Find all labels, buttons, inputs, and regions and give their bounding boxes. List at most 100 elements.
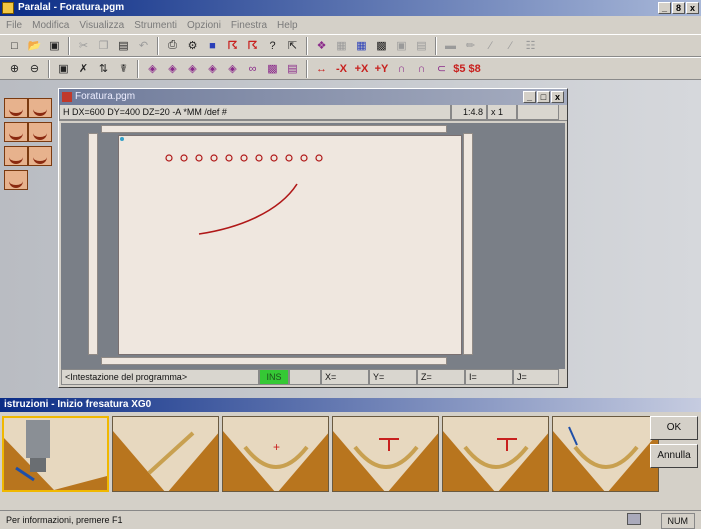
drill-hole bbox=[240, 154, 248, 162]
palette-tool-6[interactable] bbox=[28, 146, 52, 166]
arrow-x-icon[interactable]: ↔ bbox=[313, 60, 330, 77]
cancel-button[interactable]: Annulla bbox=[650, 444, 698, 468]
help-pointer-icon[interactable]: ⇱ bbox=[284, 37, 301, 54]
svg-text:+: + bbox=[273, 440, 280, 454]
copy-icon[interactable]: ❐ bbox=[95, 37, 112, 54]
tool-option-arc-radius[interactable] bbox=[332, 416, 439, 492]
window-icon[interactable]: ■ bbox=[204, 37, 221, 54]
left-tool-palette bbox=[4, 98, 54, 194]
machine-icon[interactable]: ▩ bbox=[373, 37, 390, 54]
print-icon[interactable]: ⎙ bbox=[164, 37, 181, 54]
menu-finestra[interactable]: Finestra bbox=[231, 20, 267, 31]
open-icon[interactable]: 📂 bbox=[26, 37, 43, 54]
palette-tool-1[interactable] bbox=[4, 98, 28, 118]
restore-button[interactable]: 8 bbox=[672, 2, 685, 14]
program-info-row: H DX=600 DY=400 DZ=20 -A *MM /def # 1:4.… bbox=[59, 105, 567, 121]
draw1-icon[interactable]: ◈ bbox=[144, 60, 161, 77]
graph-icon[interactable]: ☷ bbox=[522, 37, 539, 54]
settings-icon[interactable]: ⚙ bbox=[184, 37, 201, 54]
minimize-button[interactable]: _ bbox=[658, 2, 671, 14]
mirror-icon[interactable]: ✗ bbox=[75, 60, 92, 77]
shape3-icon[interactable]: ⊂ bbox=[433, 60, 450, 77]
hatch-icon[interactable]: ▩ bbox=[264, 60, 281, 77]
table-icon[interactable]: ▦ bbox=[353, 37, 370, 54]
rotate-icon[interactable]: ⇅ bbox=[95, 60, 112, 77]
tool-option-line[interactable] bbox=[112, 416, 219, 492]
shape2-icon[interactable]: ∩ bbox=[413, 60, 430, 77]
menu-modifica[interactable]: Modifica bbox=[32, 20, 69, 31]
select-icon[interactable]: ▣ bbox=[55, 60, 72, 77]
shape1-icon[interactable]: ∩ bbox=[393, 60, 410, 77]
draw2-icon[interactable]: ◈ bbox=[164, 60, 181, 77]
tool-option-arc-tangent[interactable] bbox=[552, 416, 659, 492]
ok-button[interactable]: OK bbox=[650, 416, 698, 440]
milling-curve bbox=[198, 183, 298, 235]
menu-help[interactable]: Help bbox=[277, 20, 298, 31]
tool2-icon[interactable]: ☈ bbox=[244, 37, 261, 54]
grid-icon[interactable]: ▦ bbox=[333, 37, 350, 54]
tool-option-drill[interactable] bbox=[2, 416, 109, 492]
tool-icon[interactable]: ☈ bbox=[224, 37, 241, 54]
tool-option-arc-radius-2[interactable] bbox=[442, 416, 549, 492]
code-button[interactable]: $5 $8 bbox=[453, 60, 481, 77]
arc-center-tool-icon: + bbox=[223, 431, 328, 491]
arc-radius-tool-icon bbox=[333, 431, 438, 491]
line-tool-icon bbox=[113, 431, 218, 491]
paste-icon[interactable]: ▤ bbox=[115, 37, 132, 54]
line-icon[interactable]: ∕ bbox=[482, 37, 499, 54]
line2-icon[interactable]: ∕ bbox=[502, 37, 519, 54]
drill-hole bbox=[180, 154, 188, 162]
drill-hole bbox=[285, 154, 293, 162]
palette-tool-7[interactable] bbox=[4, 170, 28, 190]
undo-icon[interactable]: ↶ bbox=[135, 37, 152, 54]
x-minus-button[interactable]: -X bbox=[333, 60, 350, 77]
tool-option-arc-center[interactable]: + bbox=[222, 416, 329, 492]
program-header-label: <Intestazione del programma> bbox=[61, 369, 259, 385]
drill-hole bbox=[225, 154, 233, 162]
pencil-icon[interactable]: ✏ bbox=[462, 37, 479, 54]
brush-icon[interactable]: ▬ bbox=[442, 37, 459, 54]
draw4-icon[interactable]: ◈ bbox=[204, 60, 221, 77]
drill-hole bbox=[165, 154, 173, 162]
child-maximize-button[interactable]: □ bbox=[537, 91, 550, 103]
menu-opzioni[interactable]: Opzioni bbox=[187, 20, 221, 31]
align-icon[interactable]: ▤ bbox=[284, 60, 301, 77]
palette-tool-2[interactable] bbox=[28, 98, 52, 118]
app-title: Paralal - Foratura.pgm bbox=[18, 2, 125, 13]
palette-tool-4[interactable] bbox=[28, 122, 52, 142]
palette-tool-3[interactable] bbox=[4, 122, 28, 142]
zoom-out-icon[interactable]: ⊖ bbox=[26, 60, 43, 77]
draw3-icon[interactable]: ◈ bbox=[184, 60, 201, 77]
zoom-in-icon[interactable]: ⊕ bbox=[6, 60, 23, 77]
child-close-button[interactable]: x bbox=[551, 91, 564, 103]
tool3-icon[interactable]: ❖ bbox=[313, 37, 330, 54]
drill-holes bbox=[165, 154, 323, 162]
child-minimize-button[interactable]: _ bbox=[523, 91, 536, 103]
drawing-canvas-area[interactable] bbox=[61, 123, 565, 369]
app-title-bar: Paralal - Foratura.pgm _ 8 x bbox=[0, 0, 701, 16]
save-icon[interactable]: ▣ bbox=[46, 37, 63, 54]
x-plus-button[interactable]: +X bbox=[353, 60, 370, 77]
app-icon bbox=[2, 2, 14, 14]
y-plus-button[interactable]: +Y bbox=[373, 60, 390, 77]
new-icon[interactable]: □ bbox=[6, 37, 23, 54]
draw5-icon[interactable]: ◈ bbox=[224, 60, 241, 77]
menu-visualizza[interactable]: Visualizza bbox=[79, 20, 124, 31]
doc2-icon[interactable]: ▤ bbox=[413, 37, 430, 54]
menu-strumenti[interactable]: Strumenti bbox=[134, 20, 177, 31]
arc-radius2-tool-icon bbox=[443, 431, 548, 491]
instruction-panel: istruzioni - Inizio fresatura XG0 + OK A… bbox=[0, 398, 701, 510]
ins-indicator: INS bbox=[259, 369, 289, 385]
workpiece-panel[interactable] bbox=[118, 135, 462, 355]
menu-file[interactable]: File bbox=[6, 20, 22, 31]
doc-icon[interactable]: ▣ bbox=[393, 37, 410, 54]
spiral-icon[interactable]: ∞ bbox=[244, 60, 261, 77]
help-icon[interactable]: ? bbox=[264, 37, 281, 54]
board-strip-right bbox=[463, 133, 473, 355]
palette-tool-5[interactable] bbox=[4, 146, 28, 166]
close-button[interactable]: x bbox=[686, 2, 699, 14]
arc-tangent-tool-icon bbox=[553, 426, 658, 491]
drill-tool-icon bbox=[4, 420, 107, 490]
cut-icon[interactable]: ✂ bbox=[75, 37, 92, 54]
tool-icon[interactable]: ☤ bbox=[115, 60, 132, 77]
